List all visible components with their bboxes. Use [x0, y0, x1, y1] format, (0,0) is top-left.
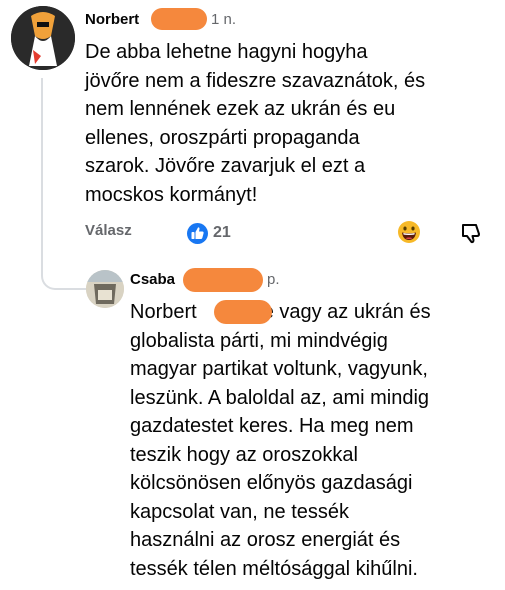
reply-line: kapcsolat van, ne tessék	[130, 500, 350, 523]
reply-line: globalista párti, mi mindvégig	[130, 329, 388, 352]
thumbs-up-icon[interactable]	[187, 223, 208, 244]
redaction-mark	[214, 300, 272, 324]
reply-time[interactable]: p.	[267, 271, 280, 288]
comment-line: szarok. Jövőre zavarjuk el ezt a	[85, 155, 366, 177]
comment-line: jövőre nem a fideszre szavaznátok, és	[85, 69, 426, 92]
reply-line: Te vagy az ukrán és	[252, 301, 431, 323]
reply-line: használni az orosz energiát és	[130, 529, 401, 551]
comment-time[interactable]: 1 n.	[211, 11, 236, 28]
like-count[interactable]: 21	[213, 224, 231, 242]
mention-link[interactable]: Norbert	[130, 301, 197, 323]
avatar-image	[11, 6, 75, 70]
comment-line: De abba lehetne hagyni hogyha	[85, 41, 368, 63]
reply-button[interactable]: Válasz	[85, 222, 132, 239]
reply-line: teszik hogy az oroszokkal	[130, 443, 358, 466]
comment-line: nem lennének ezek az ukrán és eu	[85, 98, 396, 120]
reply-line: leszünk. A baloldal az, ami mindig	[130, 386, 430, 409]
thumbs-down-icon[interactable]	[459, 221, 483, 245]
comment-text: De abba lehetne hagyni hogyha jövőre nem…	[85, 38, 425, 209]
reply-line: magyar partikat voltunk, vagyunk,	[130, 358, 428, 380]
redaction-mark	[151, 8, 207, 30]
comment-author[interactable]: Norbert	[85, 11, 139, 28]
grinning-face-icon[interactable]	[397, 220, 421, 244]
comment-line: ellenes, oroszpárti propaganda	[85, 126, 360, 149]
avatar[interactable]	[11, 6, 75, 70]
comment-line: mocskos kormányt!	[85, 183, 258, 206]
reply-author[interactable]: Csaba	[130, 271, 175, 288]
avatar[interactable]	[86, 270, 124, 308]
reply-text: Norbert Te vagy az ukrán és globalista pá…	[130, 298, 431, 583]
redaction-mark	[183, 268, 263, 292]
avatar-image	[86, 270, 124, 308]
reply-line: gazdatestet keres. Ha meg nem	[130, 415, 414, 437]
reply-first-line: Norbert Te vagy az ukrán és	[130, 298, 431, 327]
reply-line: kölcsönösen előnyös gazdasági	[130, 472, 413, 494]
reply-line: tessék télen méltósággal kihűlni.	[130, 557, 418, 580]
